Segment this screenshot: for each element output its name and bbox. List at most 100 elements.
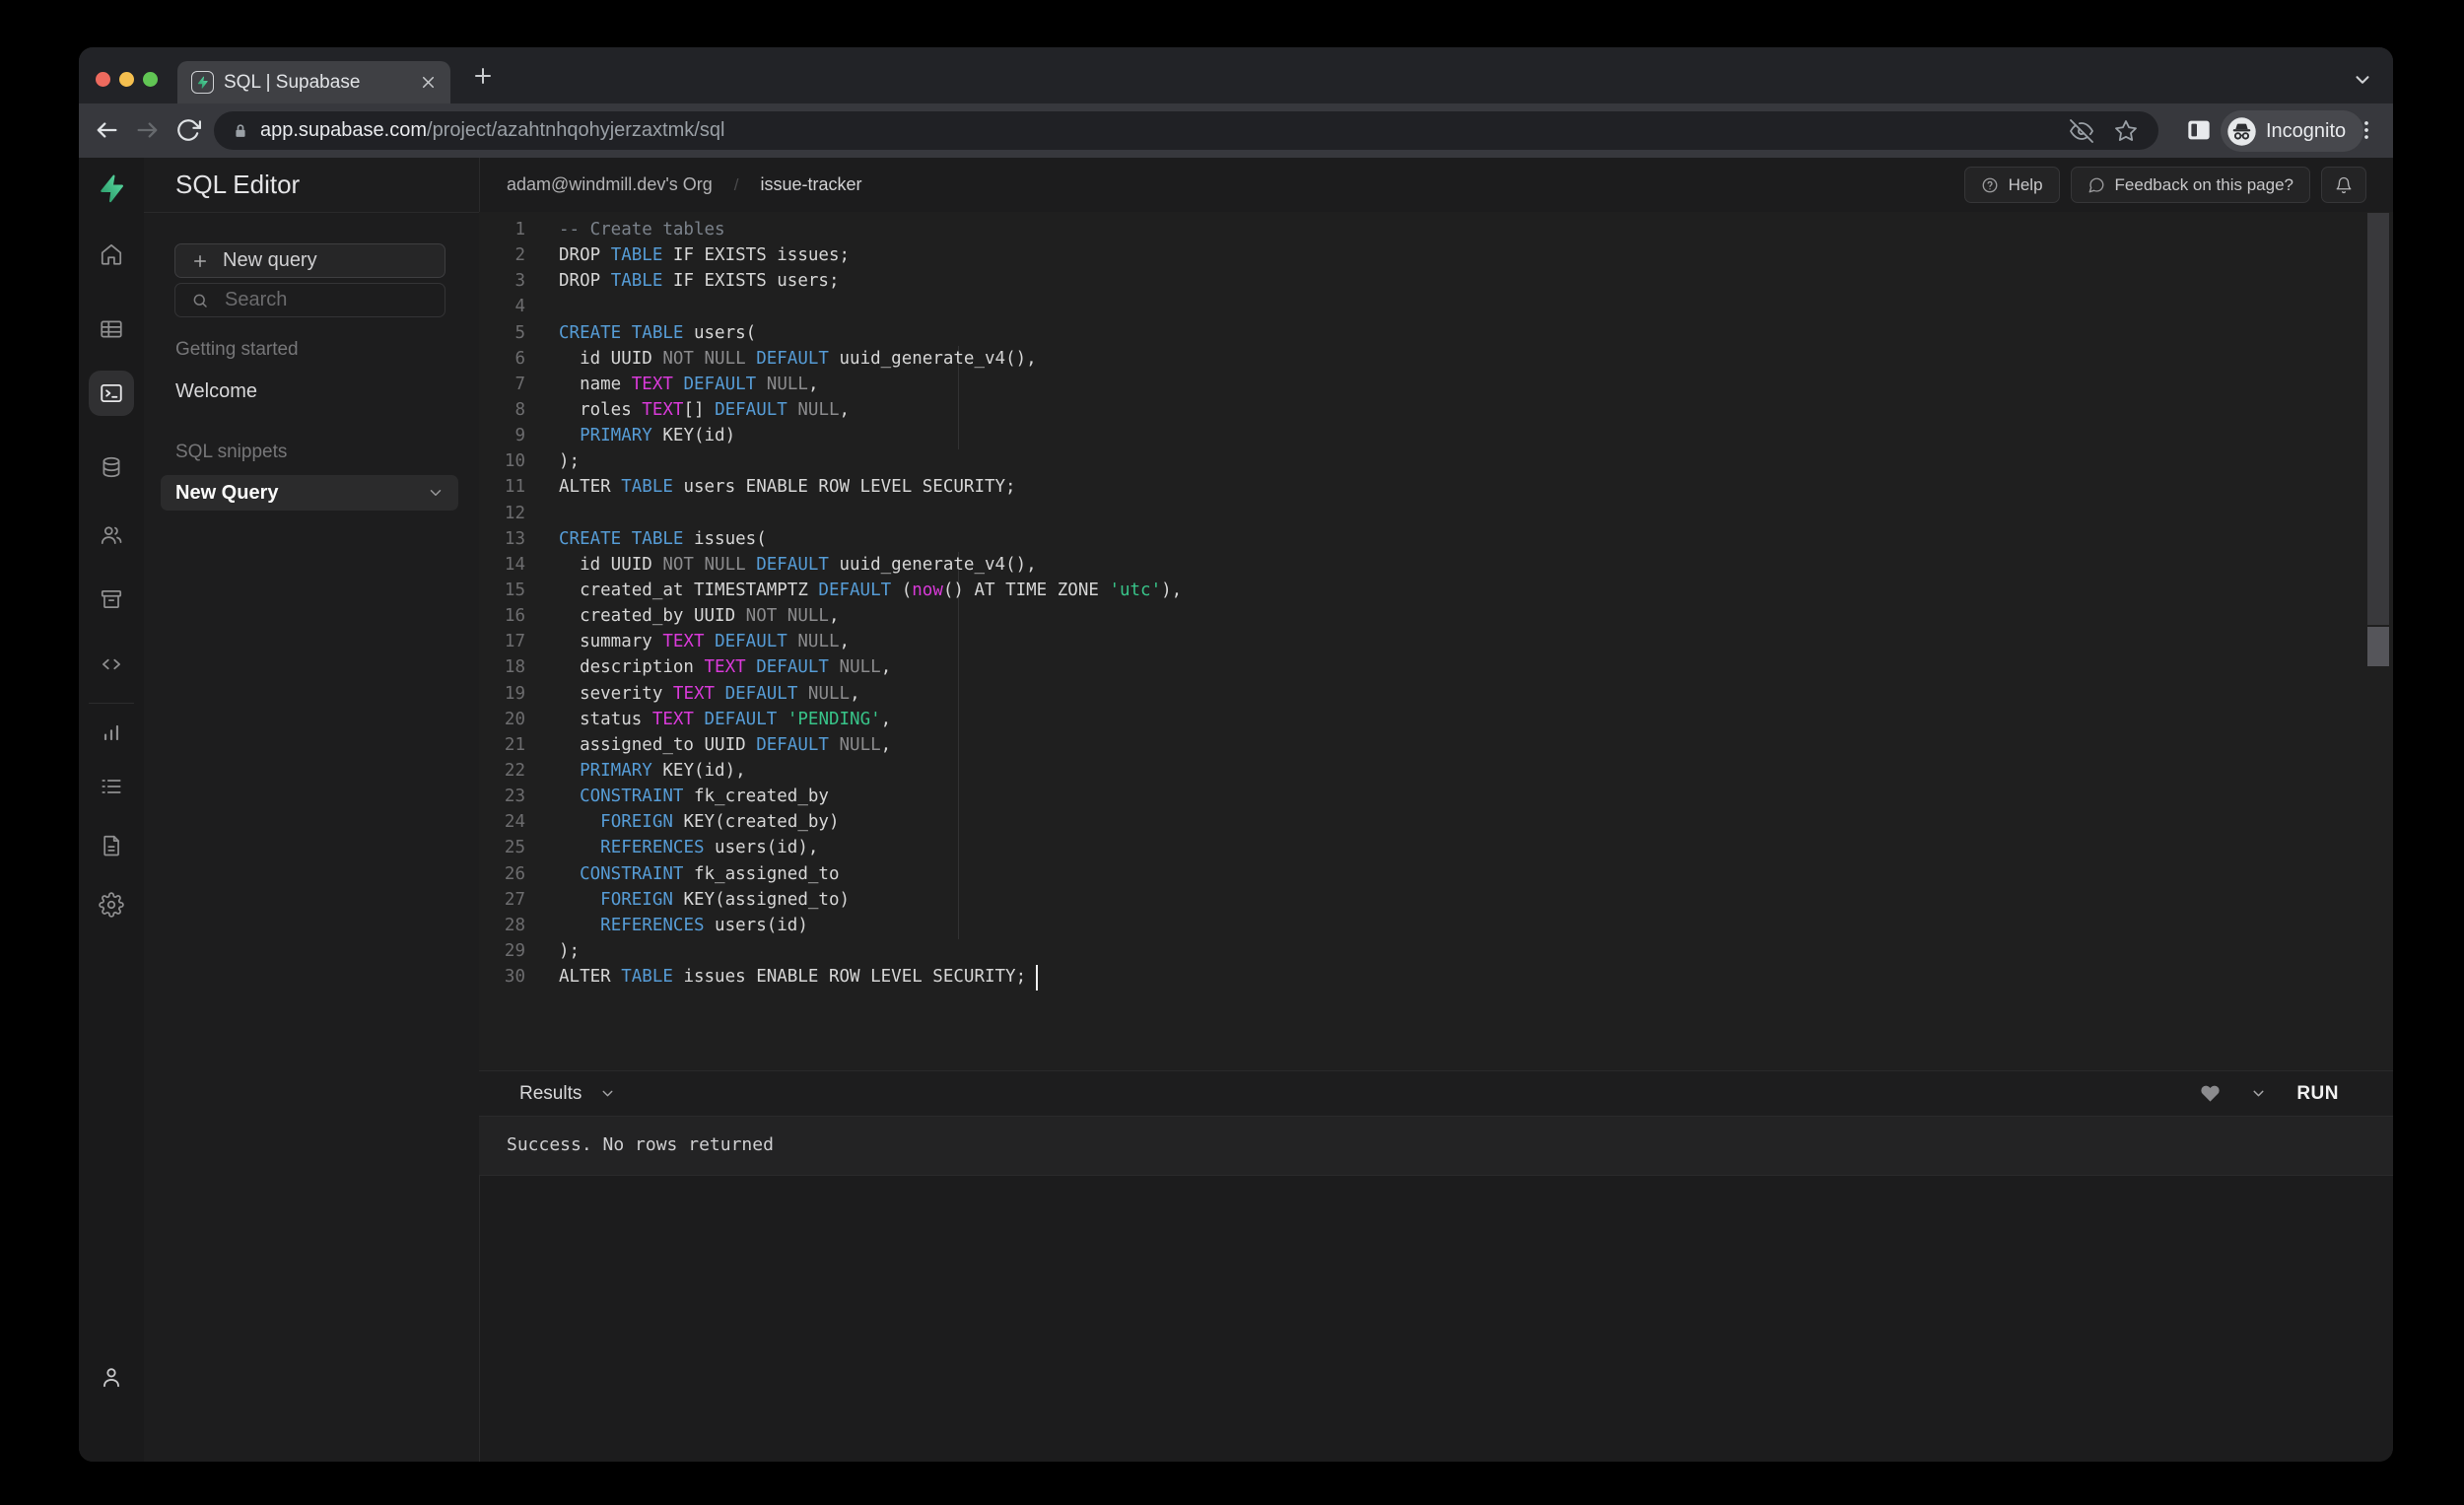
code-line[interactable]: 12 [479, 501, 2393, 526]
notifications-button[interactable] [2321, 167, 2366, 203]
api-icon[interactable] [99, 651, 124, 677]
close-window-button[interactable] [96, 72, 110, 87]
favorite-heart-icon[interactable] [2200, 1083, 2221, 1104]
editor-scrollbar[interactable] [2367, 212, 2389, 991]
browser-tab[interactable]: SQL | Supabase [177, 61, 450, 103]
code-line[interactable]: 25 REFERENCES users(id), [479, 835, 2393, 860]
back-button[interactable] [93, 116, 120, 144]
project-header: adam@windmill.dev's Org / issue-tracker … [479, 158, 2393, 213]
code-line[interactable]: 26 CONSTRAINT fk_assigned_to [479, 861, 2393, 887]
feedback-button[interactable]: Feedback on this page? [2071, 167, 2310, 203]
code-line[interactable]: 10); [479, 448, 2393, 474]
code-line[interactable]: 8 roles TEXT[] DEFAULT NULL, [479, 397, 2393, 423]
bookmark-star-icon[interactable] [2114, 119, 2138, 143]
code-line[interactable]: 20 status TEXT DEFAULT 'PENDING', [479, 707, 2393, 732]
code-line[interactable]: 23 CONSTRAINT fk_created_by [479, 784, 2393, 809]
line-text: severity TEXT DEFAULT NULL, [525, 681, 860, 707]
results-dropdown[interactable]: Results [519, 1071, 616, 1116]
code-line[interactable]: 9 PRIMARY KEY(id) [479, 423, 2393, 448]
code-line[interactable]: 14 id UUID NOT NULL DEFAULT uuid_generat… [479, 552, 2393, 578]
code-line[interactable]: 18 description TEXT DEFAULT NULL, [479, 654, 2393, 680]
plus-icon [191, 252, 209, 270]
code-line[interactable]: 11ALTER TABLE users ENABLE ROW LEVEL SEC… [479, 474, 2393, 500]
home-icon[interactable] [99, 241, 124, 267]
code-line[interactable]: 19 severity TEXT DEFAULT NULL, [479, 681, 2393, 707]
line-number: 14 [479, 552, 525, 578]
search-box[interactable] [174, 283, 445, 317]
run-button[interactable]: RUN [2296, 1083, 2339, 1105]
minimize-window-button[interactable] [119, 72, 134, 87]
code-line[interactable]: 27 FOREIGN KEY(assigned_to) [479, 887, 2393, 913]
line-number: 23 [479, 784, 525, 809]
table-editor-icon[interactable] [99, 316, 124, 342]
code-line[interactable]: 5CREATE TABLE users( [479, 320, 2393, 346]
line-number: 16 [479, 603, 525, 629]
reports-icon[interactable] [99, 720, 124, 746]
code-line[interactable]: 1-- Create tables [479, 217, 2393, 242]
logs-icon[interactable] [99, 774, 124, 799]
settings-icon[interactable] [99, 892, 124, 918]
new-tab-button[interactable] [471, 64, 495, 88]
sql-editor-icon[interactable] [99, 380, 124, 406]
code-line[interactable]: 6 id UUID NOT NULL DEFAULT uuid_generate… [479, 346, 2393, 372]
line-text: REFERENCES users(id) [525, 913, 808, 938]
search-input[interactable] [223, 288, 424, 312]
docs-icon[interactable] [99, 833, 124, 858]
side-panel-icon[interactable] [2183, 114, 2215, 146]
section-label-sql-snippets: SQL snippets [175, 442, 287, 463]
code-line[interactable]: 2DROP TABLE IF EXISTS issues; [479, 242, 2393, 268]
speech-bubble-icon [2088, 176, 2105, 194]
breadcrumb-org[interactable]: adam@windmill.dev's Org [507, 174, 713, 195]
code-line[interactable]: 21 assigned_to UUID DEFAULT NULL, [479, 732, 2393, 758]
line-text [525, 294, 559, 319]
line-number: 29 [479, 938, 525, 964]
storage-icon[interactable] [99, 586, 124, 612]
eye-off-icon[interactable] [2070, 119, 2093, 143]
code-line[interactable]: 22 PRIMARY KEY(id), [479, 758, 2393, 784]
database-icon[interactable] [99, 454, 124, 480]
line-text: FOREIGN KEY(created_by) [525, 809, 840, 835]
reload-button[interactable] [175, 117, 201, 143]
maximize-window-button[interactable] [143, 72, 158, 87]
line-number: 15 [479, 578, 525, 603]
run-options-chevron-icon[interactable] [2250, 1085, 2267, 1102]
code-line[interactable]: 15 created_at TIMESTAMPTZ DEFAULT (now()… [479, 578, 2393, 603]
supabase-app: SQL Editor New query Getting started Wel… [79, 158, 2393, 1462]
scrollbar-thumb[interactable] [2367, 627, 2389, 666]
code-line[interactable]: 30ALTER TABLE issues ENABLE ROW LEVEL SE… [479, 964, 2393, 990]
sidebar-item-new-query-selected[interactable]: New Query [161, 475, 458, 511]
line-number: 19 [479, 681, 525, 707]
tab-close-icon[interactable] [419, 73, 438, 92]
code-line[interactable]: 7 name TEXT DEFAULT NULL, [479, 372, 2393, 397]
line-text: description TEXT DEFAULT NULL, [525, 654, 891, 680]
line-number: 6 [479, 346, 525, 372]
tab-strip: SQL | Supabase [79, 47, 2393, 103]
sql-code-editor[interactable]: 1-- Create tables2DROP TABLE IF EXISTS i… [479, 212, 2393, 1070]
line-number: 3 [479, 268, 525, 294]
line-text: CREATE TABLE issues( [525, 526, 767, 552]
incognito-badge: Incognito [2221, 110, 2363, 152]
sidebar-item-welcome[interactable]: Welcome [175, 380, 257, 403]
code-line[interactable]: 17 summary TEXT DEFAULT NULL, [479, 629, 2393, 654]
line-number: 8 [479, 397, 525, 423]
code-line[interactable]: 16 created_by UUID NOT NULL, [479, 603, 2393, 629]
code-line[interactable]: 28 REFERENCES users(id) [479, 913, 2393, 938]
new-query-button[interactable]: New query [174, 243, 445, 278]
breadcrumb-project[interactable]: issue-tracker [761, 174, 862, 195]
browser-menu-icon[interactable] [2354, 117, 2379, 143]
code-line[interactable]: 4 [479, 294, 2393, 319]
address-bar[interactable]: app.supabase.com/project/azahtnhqohyjerz… [214, 111, 2158, 150]
code-line[interactable]: 24 FOREIGN KEY(created_by) [479, 809, 2393, 835]
supabase-logo[interactable] [97, 173, 126, 203]
auth-icon[interactable] [99, 522, 124, 548]
sidebar-header: SQL Editor [144, 158, 479, 213]
tab-search-chevron-icon[interactable] [2352, 69, 2373, 91]
profile-icon[interactable] [99, 1364, 124, 1390]
help-button[interactable]: Help [1964, 167, 2060, 203]
code-line[interactable]: 13CREATE TABLE issues( [479, 526, 2393, 552]
forward-button[interactable] [134, 116, 162, 144]
code-line[interactable]: 29); [479, 938, 2393, 964]
code-line[interactable]: 3DROP TABLE IF EXISTS users; [479, 268, 2393, 294]
bell-icon [2335, 176, 2353, 194]
line-text: ); [525, 938, 580, 964]
